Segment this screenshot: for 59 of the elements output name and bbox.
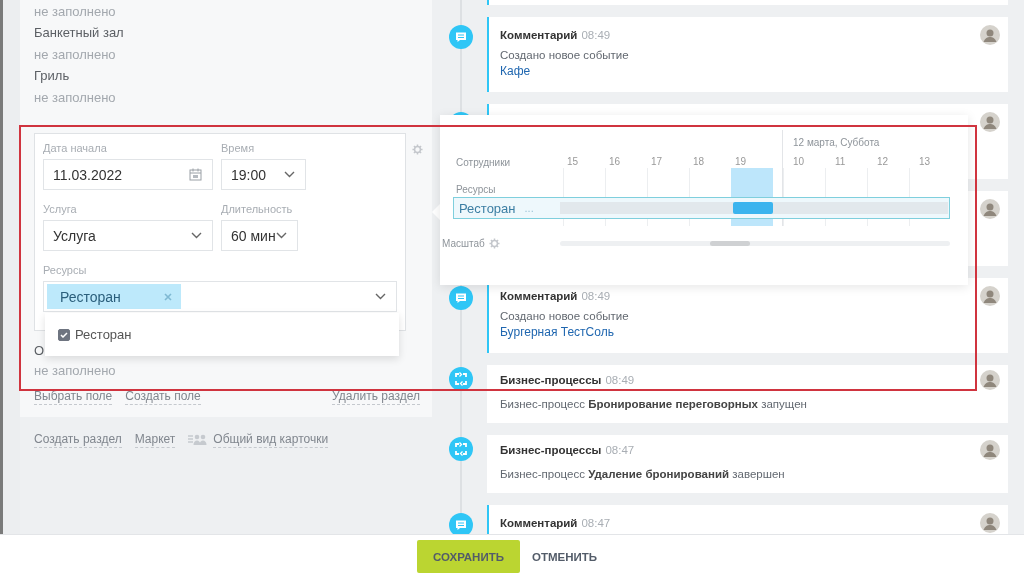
hour-label: 17	[650, 155, 664, 168]
hour-label: 12	[876, 155, 890, 168]
more-text: ...	[524, 202, 534, 214]
cancel-button[interactable]: ОТМЕНИТЬ	[521, 540, 608, 573]
event-time: 08:49	[581, 289, 611, 304]
field-label: Время	[221, 142, 255, 154]
hour-label: 13	[918, 155, 932, 168]
resource-row[interactable]: Ресторан ...	[453, 197, 950, 219]
event-time: 08:49	[605, 373, 635, 388]
row-label: Сотрудники	[456, 156, 512, 170]
event-link[interactable]: Кафе	[500, 63, 531, 80]
section-link[interactable]: Маркет	[134, 432, 176, 448]
event-link[interactable]: Бургерная ТестСоль	[500, 324, 614, 341]
resource-name: Ресторан	[459, 200, 516, 216]
service-select[interactable]: Услуга	[43, 220, 213, 251]
event-time: 08:47	[605, 443, 635, 458]
date-field[interactable]: 11.03.2022	[43, 159, 213, 190]
event-title: Бизнес-процессы	[500, 373, 602, 388]
row-label: Ресурсы	[456, 183, 497, 197]
hour-label: 11	[834, 155, 847, 168]
field-label: Услуга	[43, 203, 77, 215]
save-button[interactable]: СОХРАНИТЬ	[416, 540, 520, 573]
event-title: Комментарий	[500, 28, 578, 43]
time-select[interactable]: 19:00	[221, 159, 306, 190]
field-label: Ресурсы	[43, 264, 87, 276]
resource-select[interactable]: Ресторан	[43, 281, 397, 312]
section-link[interactable]: Создать раздел	[34, 432, 122, 448]
event-title: Бизнес-процессы	[500, 443, 602, 458]
field-label: Банкетный зал	[34, 24, 124, 42]
event-time: 08:47	[581, 516, 611, 531]
duration-select[interactable]: 60 мин	[221, 220, 298, 251]
field-value: не заполнено	[34, 3, 116, 21]
field-label: Дата начала	[43, 142, 107, 154]
field-label: Длительность	[221, 203, 293, 215]
event-title: Комментарий	[500, 289, 578, 304]
hour-label: 19	[734, 155, 748, 168]
hour-label: 16	[608, 155, 622, 168]
event-text: Бизнес-процесс Удаление бронирований завершен	[500, 467, 785, 482]
field-label: Гриль	[34, 67, 70, 85]
field-value: не заполнено	[34, 89, 116, 107]
field-value: не заполнено	[34, 46, 116, 64]
event-text: Бизнес-процесс Бронирование переговорных запущен	[500, 397, 807, 412]
date-label: 12 марта, Суббота	[793, 137, 880, 148]
event-title: Комментарий	[500, 516, 578, 531]
field-value: не заполнено	[34, 362, 116, 380]
delete-link[interactable]: Удалить раздел	[332, 389, 420, 405]
hour-label: 15	[566, 155, 580, 168]
event-text: Создано новое событие	[500, 48, 629, 63]
action-link[interactable]: Выбрать поле	[34, 389, 113, 405]
event-text: Создано новое событие	[500, 309, 629, 324]
view-link[interactable]: Общий вид карточки	[213, 432, 329, 448]
dropdown-option[interactable]: Ресторан	[58, 327, 132, 342]
event-time: 08:49	[581, 28, 611, 43]
hour-label: 18	[692, 155, 706, 168]
resource-tag[interactable]: Ресторан	[47, 284, 181, 309]
hour-label: 10	[792, 155, 806, 168]
action-link[interactable]: Создать поле	[125, 389, 201, 405]
field-label: О	[34, 343, 45, 359]
scale-label: Масштаб	[442, 238, 485, 249]
